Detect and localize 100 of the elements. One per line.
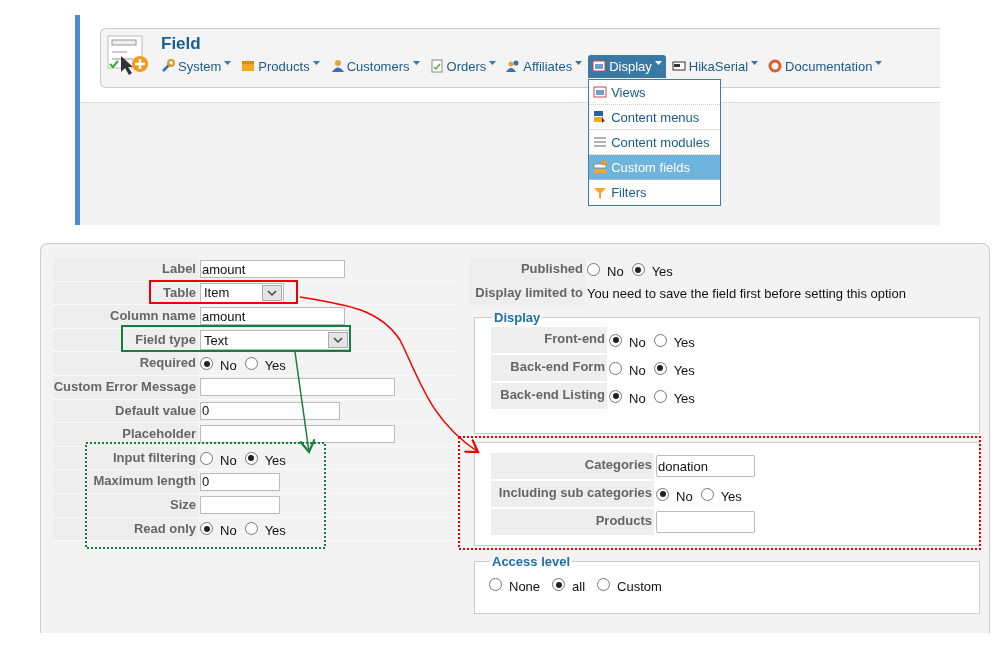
field-label: Column name — [53, 305, 198, 328]
option-label: No — [629, 362, 646, 378]
menu-item[interactable]: HikaSerial — [667, 55, 763, 78]
lifebuoy-icon — [768, 59, 783, 73]
caret-icon — [224, 61, 232, 65]
info-text: You need to save the field first before setting this option — [587, 286, 906, 301]
input-field[interactable]: amount — [200, 307, 345, 326]
radio-button[interactable] — [200, 522, 213, 536]
option-label: Yes — [720, 488, 742, 504]
option-label: Yes — [264, 523, 286, 539]
option-label: Yes — [651, 264, 673, 279]
card-icon — [671, 59, 686, 73]
funnel-icon — [593, 185, 608, 200]
radio-button[interactable] — [200, 451, 213, 465]
radio-button[interactable] — [609, 333, 622, 347]
option-label: Yes — [673, 390, 695, 406]
radio-button[interactable] — [653, 361, 667, 375]
radio-button[interactable] — [653, 389, 667, 403]
window-icon — [592, 59, 607, 73]
caret-icon — [654, 61, 662, 65]
input-field[interactable]: amount — [200, 260, 345, 279]
option-label: all — [572, 579, 586, 594]
option-label: No — [220, 452, 237, 468]
window-icon — [593, 85, 608, 99]
menu-item[interactable]: System — [157, 55, 236, 78]
document-icon — [429, 59, 444, 73]
option-label: No — [676, 488, 693, 504]
menu-item[interactable]: Customers — [325, 55, 424, 78]
option-label: Yes — [673, 362, 695, 378]
radio-button[interactable] — [552, 578, 566, 591]
radio-button[interactable] — [656, 487, 669, 501]
field-label: Default value — [53, 399, 198, 423]
menu-item[interactable]: Orders — [425, 55, 501, 78]
box-icon — [241, 59, 256, 73]
menu-item[interactable]: Affiliates — [502, 55, 587, 78]
fieldset-legend: Access level — [490, 554, 573, 569]
option-label: No — [629, 334, 646, 350]
field-label: Custom Error Message — [53, 375, 198, 399]
menu-item[interactable]: Documentation — [764, 55, 887, 78]
field-label: Display limited to — [469, 282, 585, 305]
radio-button[interactable] — [609, 361, 622, 375]
input-field[interactable]: 0 — [200, 472, 280, 491]
radio-button[interactable] — [631, 263, 645, 276]
lines-icon — [593, 135, 608, 149]
form-icon — [593, 160, 608, 174]
radio-button[interactable] — [489, 578, 502, 591]
select-field[interactable]: Text — [200, 330, 350, 351]
select-field[interactable]: Item — [200, 282, 284, 303]
field-label: Read only — [53, 517, 198, 541]
radio-button[interactable] — [244, 357, 258, 371]
radio-button[interactable] — [244, 451, 258, 465]
input-field[interactable]: 0 — [200, 401, 340, 420]
field-label: Categories — [491, 453, 654, 479]
page-title: Field — [161, 33, 202, 55]
radio-button[interactable] — [200, 357, 213, 371]
field-label: Front-end — [491, 327, 607, 353]
option-label: Yes — [264, 358, 286, 374]
option-label: Yes — [673, 334, 695, 350]
option-label: No — [220, 358, 237, 374]
caret-icon — [412, 61, 420, 65]
field-label: Published — [469, 258, 585, 281]
radio-button[interactable] — [587, 263, 600, 276]
field-label: Products — [491, 509, 654, 535]
input-field[interactable]: donation — [656, 455, 755, 477]
input-field[interactable] — [200, 425, 395, 444]
option-label: None — [509, 579, 541, 594]
field-label: Label — [53, 258, 198, 281]
field-label: Maximum length — [53, 470, 198, 493]
field-label: Including sub categories — [491, 481, 654, 507]
caret-icon — [575, 61, 583, 65]
radio-button[interactable] — [700, 487, 714, 501]
field-label: Size — [53, 493, 198, 517]
input-field[interactable] — [200, 378, 395, 397]
radio-button[interactable] — [244, 522, 258, 536]
field-label: Placeholder — [53, 423, 198, 446]
field-label: Input filtering — [53, 446, 198, 470]
radio-button[interactable] — [597, 578, 611, 591]
input-field[interactable] — [656, 511, 755, 533]
fieldset-legend: Display — [492, 310, 543, 325]
people-icon — [506, 59, 521, 73]
input-field[interactable] — [200, 496, 280, 515]
field-label: Required — [53, 352, 198, 375]
menu-item[interactable]: Display — [588, 55, 666, 78]
field-label: Back-end Form — [491, 355, 607, 381]
radio-button[interactable] — [609, 389, 622, 403]
caret-icon — [312, 61, 320, 65]
form-cursor-icon — [107, 34, 151, 78]
wrench-icon — [161, 59, 175, 73]
option-label: No — [220, 523, 237, 539]
option-label: Yes — [264, 452, 286, 468]
option-label: No — [607, 264, 624, 279]
person-icon — [329, 59, 344, 73]
field-label: Back-end Listing — [491, 383, 607, 409]
option-label: Custom — [617, 579, 662, 594]
option-label: No — [629, 390, 646, 406]
menu-item[interactable]: Products — [237, 55, 324, 78]
caret-icon — [489, 61, 497, 65]
radio-button[interactable] — [653, 333, 667, 347]
caret-icon — [875, 61, 883, 65]
caret-icon — [751, 61, 759, 65]
